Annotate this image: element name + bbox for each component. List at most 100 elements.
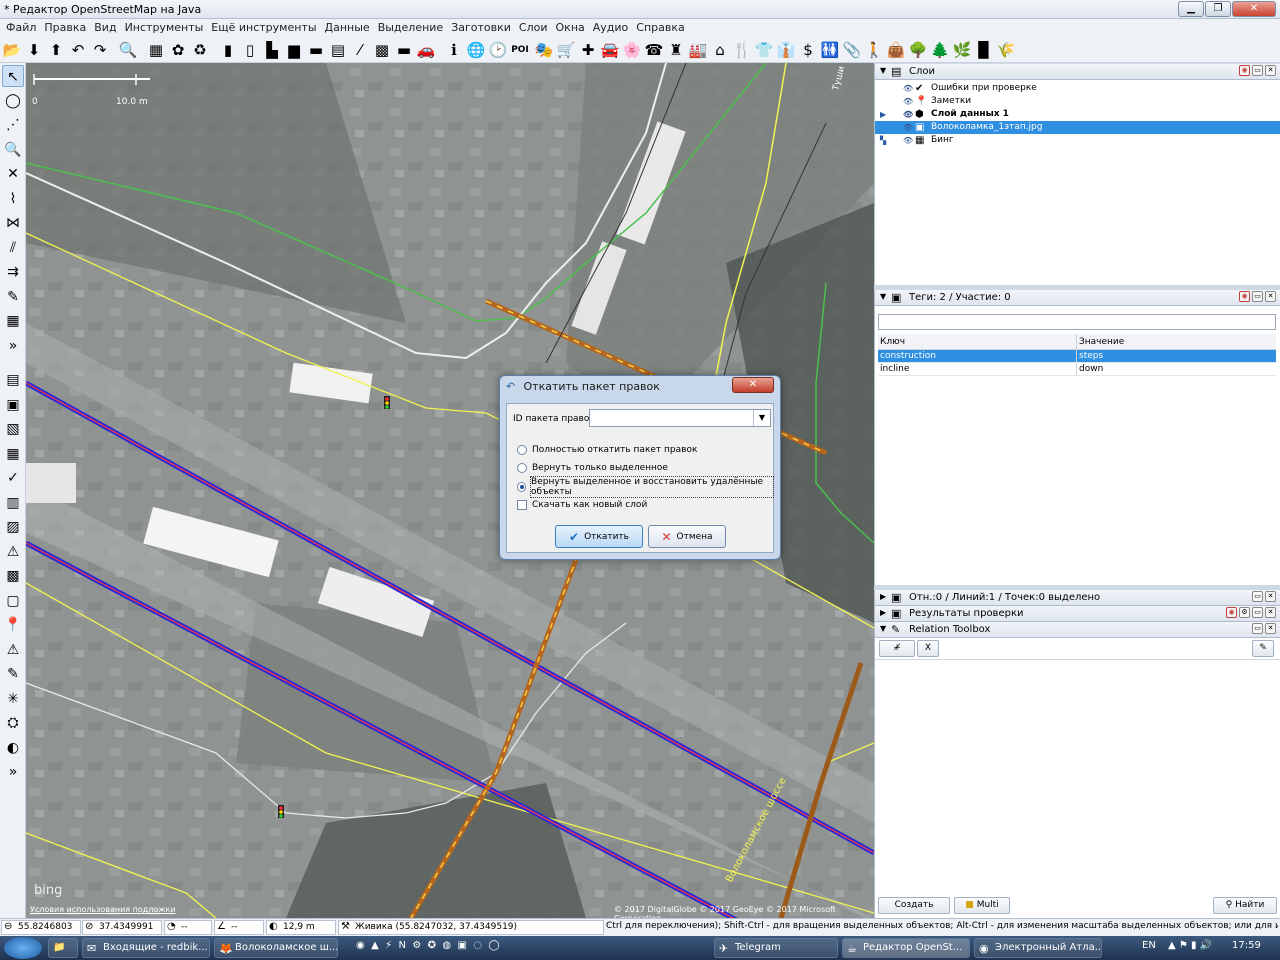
panel-detach-icon[interactable]: ▭ <box>1252 291 1263 302</box>
layers-panel-icon[interactable]: ▤ <box>2 369 24 391</box>
revert-selection-restore-option[interactable]: Вернуть выделенное и восстановить удалён… <box>517 476 774 498</box>
wall-icon[interactable]: ▬ <box>306 40 326 60</box>
more-icon[interactable]: » <box>2 335 24 357</box>
imagery-terms-link[interactable]: Условия использования подложки <box>30 905 176 914</box>
globe-icon[interactable]: 🌐 <box>466 40 486 60</box>
tag-key-header[interactable]: Ключ <box>878 334 1077 349</box>
bag-icon[interactable]: 👜 <box>886 40 906 60</box>
conflict-panel-icon[interactable]: ⚠ <box>2 541 24 563</box>
zoom-to-icon[interactable]: ◐ <box>2 737 24 759</box>
tags-panel-header[interactable]: ▼ ▣ Теги: 2 / Участие: 0 ◉ ▭ ✕ <box>875 290 1280 306</box>
hospital-icon[interactable]: ✚ <box>578 40 598 60</box>
imagery-panel-icon[interactable]: ▢ <box>2 590 24 612</box>
panel-settings-icon[interactable]: ⚙ <box>1239 607 1250 618</box>
flower-icon[interactable]: 🌸 <box>622 40 642 60</box>
revert-ok-button[interactable]: ✔ Откатить <box>555 525 643 548</box>
crop-icon[interactable]: 🌾 <box>996 40 1016 60</box>
car-icon[interactable]: 🚗 <box>416 40 436 60</box>
pole-icon[interactable]: ▯ <box>240 40 260 60</box>
layers-panel-header[interactable]: ▼ ▤ Слои ◉ ▭ ✕ <box>875 64 1280 80</box>
tag-filter-input[interactable] <box>878 314 1276 330</box>
zoom-icon[interactable]: 🔍 <box>2 139 24 161</box>
find-button[interactable]: ⚲ Найти <box>1213 897 1277 914</box>
panel-hide-icon[interactable]: ◉ <box>1239 291 1250 302</box>
menu-item[interactable]: Данные <box>321 19 374 37</box>
warning-panel-icon[interactable]: ⚠ <box>2 639 24 661</box>
menu-item[interactable]: Правка <box>40 19 90 37</box>
shop-icon[interactable]: 🛒 <box>556 40 576 60</box>
taskbar-item-firefox[interactable]: 🦊 Волоколамское ш... <box>214 938 338 958</box>
food-icon[interactable]: 🍴 <box>732 40 752 60</box>
tray-icons[interactable]: ▲ ⚑ ▮ 🔊 <box>1168 940 1212 951</box>
collapse-arrow-icon[interactable]: ▼ <box>880 624 886 633</box>
changeset-panel-icon[interactable]: ▨ <box>2 516 24 538</box>
relations-panel-icon[interactable]: ▦ <box>2 443 24 465</box>
castle-icon[interactable]: ♜ <box>666 40 686 60</box>
validator-panel-icon[interactable]: ✓ <box>2 467 24 489</box>
menu-item[interactable]: Окна <box>552 19 589 37</box>
new-layer-checkbox[interactable] <box>517 500 527 510</box>
menu-item[interactable]: Аудио <box>589 19 633 37</box>
history-panel-icon[interactable]: ▥ <box>2 492 24 514</box>
redo-icon[interactable]: ↷ <box>90 40 110 60</box>
clock-icon[interactable]: 🕑 <box>488 40 508 60</box>
create-relation-button[interactable]: Создать <box>878 897 950 914</box>
tree-icon[interactable]: 🌳 <box>908 40 928 60</box>
collapse-arrow-icon[interactable]: ▼ <box>880 292 886 301</box>
list-item[interactable]: 👁 ▣ Волоколамка_1этап.jpg <box>875 121 1280 134</box>
visibility-eye-icon[interactable]: 👁 <box>903 108 913 121</box>
expand-arrow-icon[interactable]: ▶ <box>880 608 886 617</box>
garden-icon[interactable]: ✿ <box>168 40 188 60</box>
house-icon[interactable]: ⌂ <box>710 40 730 60</box>
revert-selection-option[interactable]: Вернуть только выделенное <box>517 461 668 475</box>
revert-full-option[interactable]: Полностью откатить пакет правок <box>517 443 697 457</box>
filter-panel-icon[interactable]: ▩ <box>2 565 24 587</box>
grass-icon[interactable]: 🌿 <box>952 40 972 60</box>
panel-hide-icon[interactable]: ◉ <box>1239 65 1250 76</box>
table-row[interactable]: incline down <box>878 363 1276 376</box>
upload-icon[interactable]: ⬆ <box>46 40 66 60</box>
tag-icon[interactable]: ⛭ <box>2 712 24 734</box>
panel-close-icon[interactable]: ✕ <box>1265 291 1276 302</box>
menu-item[interactable]: Справка <box>632 19 688 37</box>
rail-icon[interactable]: ▬ <box>394 40 414 60</box>
tag-key[interactable]: incline <box>878 363 1077 375</box>
table-row[interactable]: construction steps <box>878 350 1276 363</box>
lines-icon[interactable]: ⁄ <box>350 40 370 60</box>
improve-icon[interactable]: ⇉ <box>2 261 24 283</box>
car-repair-icon[interactable]: 🚘 <box>600 40 620 60</box>
taskbar-item-mail[interactable]: ✉ Входящие - redbik... <box>82 938 210 958</box>
poi-button[interactable]: POI <box>510 40 530 60</box>
language-indicator[interactable]: EN <box>1142 940 1156 951</box>
quicklaunch-icons[interactable]: ◉ ▲ ⚡ N ⚙ ✪ ◍ ▣ ◌ ◯ <box>356 940 500 951</box>
edit-relation-button[interactable]: ✎ <box>1252 640 1274 657</box>
building-icon[interactable]: ▦ <box>146 40 166 60</box>
info-icon[interactable]: ℹ <box>444 40 464 60</box>
panel-close-icon[interactable]: ✕ <box>1265 623 1276 634</box>
panel-hide-icon[interactable]: ◉ <box>1226 607 1237 618</box>
maximize-button[interactable]: ❐ <box>1205 1 1231 17</box>
panel-detach-icon[interactable]: ▭ <box>1252 623 1263 634</box>
money-icon[interactable]: $ <box>798 40 818 60</box>
multi-button[interactable]: ■ Multi <box>954 897 1010 914</box>
menu-item[interactable]: Слои <box>515 19 552 37</box>
gate-icon[interactable]: ▙ <box>262 40 282 60</box>
collapse-arrow-icon[interactable]: ▼ <box>880 66 886 75</box>
new-layer-option[interactable]: Скачать как новый слой <box>517 498 647 512</box>
preferences-icon[interactable]: 🔍 <box>118 40 138 60</box>
properties-panel-icon[interactable]: ▣ <box>2 394 24 416</box>
select-icon[interactable]: ↖ <box>2 65 24 87</box>
factory-icon[interactable]: 🏭 <box>688 40 708 60</box>
selection-panel-icon[interactable]: ▧ <box>2 418 24 440</box>
draw-icon[interactable]: ⋰ <box>2 114 24 136</box>
draw-line-icon[interactable]: ✎ <box>2 286 24 308</box>
menu-item[interactable]: Инструменты <box>121 19 208 37</box>
taskbar-item-explorer[interactable]: 📁 <box>48 938 78 958</box>
forest-icon[interactable]: 🌲 <box>930 40 950 60</box>
lasso-icon[interactable]: ◯ <box>2 90 24 112</box>
combine-icon[interactable]: ⋈ <box>2 212 24 234</box>
chevron-down-icon[interactable]: ▼ <box>753 410 770 426</box>
walker-icon[interactable]: 🚶 <box>864 40 884 60</box>
tag-value[interactable]: down <box>1077 363 1276 375</box>
next-icon[interactable]: » <box>2 761 24 783</box>
